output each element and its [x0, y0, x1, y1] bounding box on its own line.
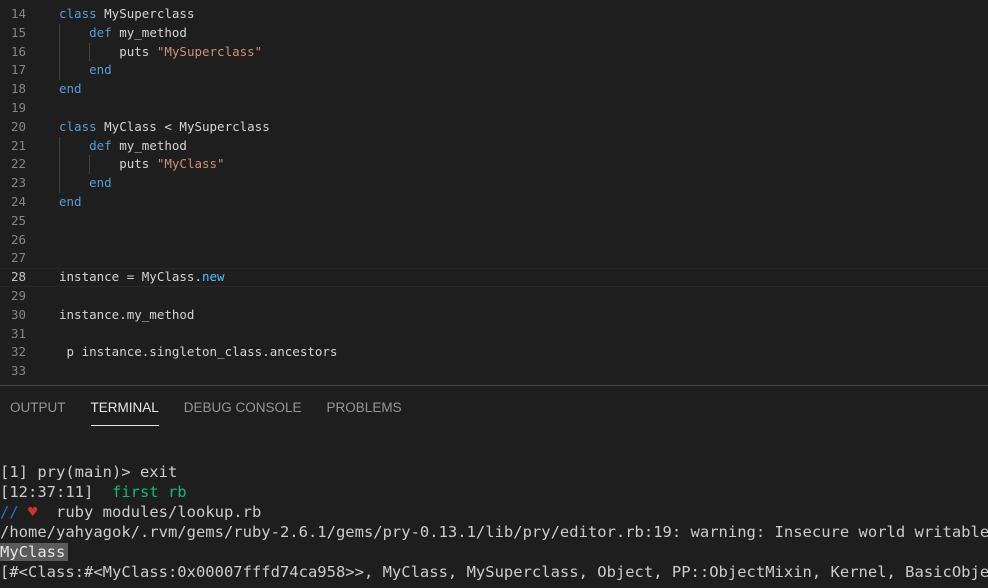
terminal-line: [1] pry(main)> exit [0, 462, 988, 482]
terminal-output[interactable]: [1] pry(main)> exit [12:37:11] first rb//… [0, 462, 988, 582]
bottom-panel: OUTPUT TERMINAL DEBUG CONSOLE PROBLEMS [1] … [0, 385, 988, 588]
terminal-line: /home/yahyagok/.rvm/gems/ruby-2.6.1/gems… [0, 522, 988, 542]
code-line[interactable]: 25 [0, 212, 988, 231]
line-number: 28 [10, 269, 26, 285]
code-text: def my_method [59, 24, 187, 43]
line-number: 23 [10, 175, 26, 191]
terminal-text: [1] pry(main)> exit [0, 463, 178, 481]
line-number: 20 [10, 118, 26, 134]
code-token: end [59, 193, 82, 209]
code-token: end [59, 175, 112, 191]
code-line[interactable]: 23 end [0, 174, 988, 193]
code-line[interactable]: 24 end [0, 193, 988, 212]
terminal-text: [#<Class:#<MyClass:0x00007fffd74ca958>>,… [0, 563, 988, 581]
line-number: 26 [10, 231, 26, 247]
tab-debug-console[interactable]: DEBUG CONSOLE [184, 386, 302, 430]
line-number: 32 [10, 344, 26, 360]
code-text: puts "MySuperclass" [59, 43, 262, 62]
code-token: "MySuperclass" [156, 43, 263, 59]
line-number: 31 [10, 325, 26, 341]
code-token: class [59, 6, 105, 21]
line-number: 18 [10, 81, 26, 97]
code-line[interactable]: 14 class MySuperclass [0, 5, 988, 24]
terminal-text: MyClass [0, 543, 69, 561]
tab-terminal[interactable]: TERMINAL [90, 386, 160, 430]
code-text: puts "MyClass" [59, 155, 225, 174]
code-text: p instance.singleton_class.ancestors [59, 343, 338, 362]
code-token: my_method [119, 24, 187, 40]
code-line[interactable]: 28 instance = MyClass.new [0, 268, 988, 287]
line-number: 30 [10, 306, 26, 322]
code-line[interactable]: 15 def my_method [0, 23, 988, 43]
code-text: end [59, 61, 112, 80]
code-token: def [59, 24, 120, 40]
code-editor[interactable]: 14 class MySuperclass 15 def my_method 16 p… [0, 0, 988, 385]
line-number: 33 [10, 363, 26, 379]
line-number: 15 [10, 24, 26, 40]
editor-lines: 14 class MySuperclass 15 def my_method 16 p… [0, 5, 988, 381]
tab-problems[interactable]: PROBLEMS [327, 386, 402, 430]
line-number: 29 [10, 287, 26, 303]
line-number: 14 [10, 6, 26, 21]
code-text: end [59, 80, 82, 99]
line-number: 17 [10, 62, 26, 78]
line-number: 25 [10, 212, 26, 228]
code-token: p instance.singleton_class.ancestors [59, 344, 338, 360]
code-line[interactable]: 17 end [0, 61, 988, 81]
code-text: end [59, 193, 82, 212]
code-line[interactable]: 22 puts "MyClass" [0, 155, 988, 175]
terminal-line: // ♥ ruby modules/lookup.rb [0, 502, 988, 522]
code-token: instance.my_method [59, 306, 195, 322]
code-line[interactable]: 20 class MyClass < MySuperclass [0, 118, 988, 137]
code-line[interactable]: 16 puts "MySuperclass" [0, 42, 988, 62]
code-token: puts [59, 43, 157, 59]
code-line[interactable]: 27 [0, 249, 988, 268]
code-line[interactable]: 31 [0, 325, 988, 344]
terminal-line: MyClass [0, 542, 988, 562]
code-line[interactable]: 33 [0, 362, 988, 381]
line-number: 24 [10, 193, 26, 209]
line-number: 22 [10, 156, 26, 172]
panel-tabs: OUTPUT TERMINAL DEBUG CONSOLE PROBLEMS [0, 386, 427, 430]
code-text: class MySuperclass [59, 5, 194, 24]
line-number: 19 [10, 99, 26, 115]
terminal-text: [12:37:11] [0, 483, 112, 501]
line-number: 16 [10, 43, 26, 59]
code-token: end [59, 62, 112, 78]
terminal-text: first rb [111, 483, 187, 501]
code-token: "MyClass" [156, 156, 225, 172]
code-line[interactable]: 18 end [0, 80, 988, 99]
code-token: MySuperclass [104, 6, 195, 21]
code-token: new [202, 269, 225, 285]
code-token: MyClass < MySuperclass [104, 118, 270, 134]
code-line[interactable]: 26 [0, 231, 988, 250]
code-token: def [59, 137, 120, 153]
code-text: instance = MyClass.new [59, 268, 225, 287]
code-token: class [59, 118, 105, 134]
line-number: 27 [10, 250, 26, 266]
code-token: my_method [119, 137, 187, 153]
terminal-text: /home/yahyagok/.rvm/gems/ruby-2.6.1/gems… [0, 523, 988, 541]
code-line[interactable]: 19 [0, 99, 988, 118]
code-line[interactable]: 21 def my_method [0, 136, 988, 156]
code-line[interactable]: 29 [0, 287, 988, 306]
code-token: end [59, 81, 82, 97]
tab-output[interactable]: OUTPUT [10, 386, 66, 430]
terminal-text: ruby modules/lookup.rb [37, 503, 262, 521]
code-text: class MyClass < MySuperclass [59, 118, 270, 137]
code-line[interactable]: 30 instance.my_method [0, 306, 988, 325]
code-token: instance = MyClass. [59, 269, 202, 285]
code-line[interactable]: 32 p instance.singleton_class.ancestors [0, 343, 988, 362]
terminal-line: [12:37:11] first rb [0, 482, 988, 502]
terminal-line: [#<Class:#<MyClass:0x00007fffd74ca958>>,… [0, 562, 988, 582]
line-number: 21 [10, 137, 26, 153]
heart-icon: ♥ [28, 503, 38, 521]
code-text: instance.my_method [59, 306, 194, 325]
code-text: end [59, 174, 112, 193]
terminal-text: // [0, 503, 28, 521]
code-token: puts [59, 156, 157, 172]
code-text: def my_method [59, 137, 187, 156]
